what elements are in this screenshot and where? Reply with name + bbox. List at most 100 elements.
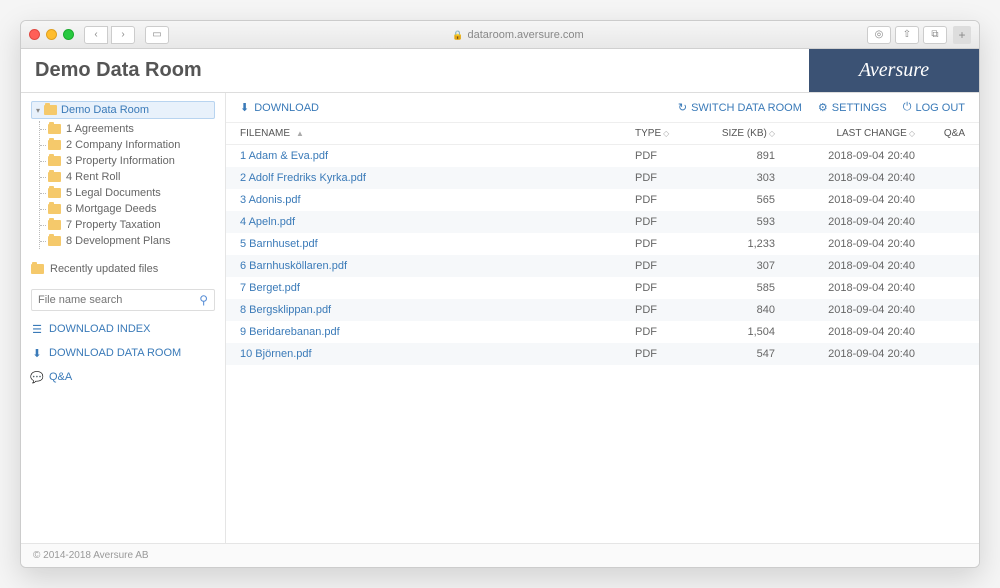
cell-type: PDF [635,304,695,316]
lock-icon: 🔒 [452,30,463,40]
search-input[interactable] [38,294,199,306]
cell-size: 547 [695,348,775,360]
folder-icon [31,264,44,274]
cell-filename[interactable]: 1 Adam & Eva.pdf [240,150,635,162]
tree-item[interactable]: 8 Development Plans [40,233,215,249]
tree-root[interactable]: ▾ Demo Data Room [31,101,215,119]
cell-filename[interactable]: 6 Barnhusköllaren.pdf [240,260,635,272]
minimize-window-button[interactable] [46,29,57,40]
main-panel: ⬇ DOWNLOAD ↻ SWITCH DATA ROOM ⚙ SETTINGS… [226,93,979,543]
table-header-row: FILENAME▲ TYPE◇ SIZE (KB)◇ LAST CHANGE◇ … [226,122,979,145]
cell-lastchange: 2018-09-04 20:40 [775,172,925,184]
tree-item[interactable]: 4 Rent Roll [40,169,215,185]
browser-titlebar: ‹ › ▭ 🔒 dataroom.aversure.com ◎ ⇧ ⧉ + [21,21,979,49]
cell-size: 565 [695,194,775,206]
tree-root-label: Demo Data Room [61,104,149,116]
share-button[interactable]: ⇧ [895,26,919,44]
table-row[interactable]: 4 Apeln.pdfPDF5932018-09-04 20:40 [226,211,979,233]
download-index-label: DOWNLOAD INDEX [49,323,150,335]
cell-filename[interactable]: 5 Barnhuset.pdf [240,238,635,250]
table-row[interactable]: 9 Beridarebanan.pdfPDF1,5042018-09-04 20… [226,321,979,343]
folder-icon [44,105,57,115]
cell-filename[interactable]: 7 Berget.pdf [240,282,635,294]
cell-type: PDF [635,282,695,294]
col-lastchange[interactable]: LAST CHANGE◇ [775,128,925,139]
download-button[interactable]: ⬇ DOWNLOAD [240,101,319,114]
col-type[interactable]: TYPE◇ [635,128,695,139]
tree-item[interactable]: 2 Company Information [40,137,215,153]
cell-size: 840 [695,304,775,316]
folder-icon [48,188,61,198]
cell-filename[interactable]: 10 Björnen.pdf [240,348,635,360]
tree-item-label: 2 Company Information [66,139,180,151]
table-row[interactable]: 10 Björnen.pdfPDF5472018-09-04 20:40 [226,343,979,365]
table-row[interactable]: 5 Barnhuset.pdfPDF1,2332018-09-04 20:40 [226,233,979,255]
download-room-link[interactable]: ⬇ DOWNLOAD DATA ROOM [31,347,215,359]
app-header: Demo Data Room Aversure [21,49,979,93]
cell-filename[interactable]: 2 Adolf Fredriks Kyrka.pdf [240,172,635,184]
folder-icon [48,220,61,230]
tree-item[interactable]: 7 Property Taxation [40,217,215,233]
table-row[interactable]: 7 Berget.pdfPDF5852018-09-04 20:40 [226,277,979,299]
col-size[interactable]: SIZE (KB)◇ [695,128,775,139]
browser-window: ‹ › ▭ 🔒 dataroom.aversure.com ◎ ⇧ ⧉ + Dem… [20,20,980,568]
toolbar: ⬇ DOWNLOAD ↻ SWITCH DATA ROOM ⚙ SETTINGS… [226,93,979,122]
list-icon: ☰ [31,323,43,335]
sidebar-toggle-button[interactable]: ▭ [145,26,169,44]
cell-lastchange: 2018-09-04 20:40 [775,194,925,206]
tree-item[interactable]: 6 Mortgage Deeds [40,201,215,217]
settings-label: SETTINGS [832,102,887,114]
cell-type: PDF [635,150,695,162]
cell-filename[interactable]: 8 Bergsklippan.pdf [240,304,635,316]
reader-button[interactable]: ◎ [867,26,891,44]
download-room-label: DOWNLOAD DATA ROOM [49,347,181,359]
table-row[interactable]: 2 Adolf Fredriks Kyrka.pdfPDF3032018-09-… [226,167,979,189]
brand-logo: Aversure [809,49,979,92]
tabs-button[interactable]: ⧉ [923,26,947,44]
window-controls [29,29,74,40]
search-icon[interactable]: ⚲ [199,293,208,307]
maximize-window-button[interactable] [63,29,74,40]
nav-back-forward: ‹ › [84,26,135,44]
col-filename[interactable]: FILENAME▲ [240,128,635,139]
url-text: dataroom.aversure.com [468,29,584,41]
tree-item-label: 4 Rent Roll [66,171,120,183]
switch-room-label: SWITCH DATA ROOM [691,102,802,114]
cell-type: PDF [635,326,695,338]
cell-type: PDF [635,194,695,206]
table-row[interactable]: 6 Barnhusköllaren.pdfPDF3072018-09-04 20… [226,255,979,277]
new-tab-button[interactable]: + [953,26,971,44]
folder-icon [48,156,61,166]
close-window-button[interactable] [29,29,40,40]
back-button[interactable]: ‹ [84,26,108,44]
url-bar[interactable]: 🔒 dataroom.aversure.com [181,29,855,41]
forward-button[interactable]: › [111,26,135,44]
download-label: DOWNLOAD [254,102,319,114]
logout-label: LOG OUT [915,102,965,114]
tree-item-label: 8 Development Plans [66,235,171,247]
tree-item[interactable]: 1 Agreements [40,121,215,137]
recent-files-link[interactable]: Recently updated files [31,261,215,277]
cell-size: 1,233 [695,238,775,250]
cell-filename[interactable]: 9 Beridarebanan.pdf [240,326,635,338]
cell-lastchange: 2018-09-04 20:40 [775,326,925,338]
folder-icon [48,204,61,214]
col-qa[interactable]: Q&A [925,128,965,139]
search-box[interactable]: ⚲ [31,289,215,311]
download-index-link[interactable]: ☰ DOWNLOAD INDEX [31,323,215,335]
qa-link[interactable]: 💬 Q&A [31,371,215,383]
tree-item[interactable]: 5 Legal Documents [40,185,215,201]
power-icon: ⏻ [903,101,912,114]
cell-filename[interactable]: 4 Apeln.pdf [240,216,635,228]
cell-size: 1,504 [695,326,775,338]
settings-button[interactable]: ⚙ SETTINGS [818,101,887,114]
table-row[interactable]: 1 Adam & Eva.pdfPDF8912018-09-04 20:40 [226,145,979,167]
tree-item[interactable]: 3 Property Information [40,153,215,169]
table-row[interactable]: 8 Bergsklippan.pdfPDF8402018-09-04 20:40 [226,299,979,321]
table-row[interactable]: 3 Adonis.pdfPDF5652018-09-04 20:40 [226,189,979,211]
cell-type: PDF [635,238,695,250]
cell-filename[interactable]: 3 Adonis.pdf [240,194,635,206]
logout-button[interactable]: ⏻ LOG OUT [903,101,965,114]
switch-room-button[interactable]: ↻ SWITCH DATA ROOM [678,101,802,114]
tree-children: 1 Agreements 2 Company Information 3 Pro… [39,121,215,249]
